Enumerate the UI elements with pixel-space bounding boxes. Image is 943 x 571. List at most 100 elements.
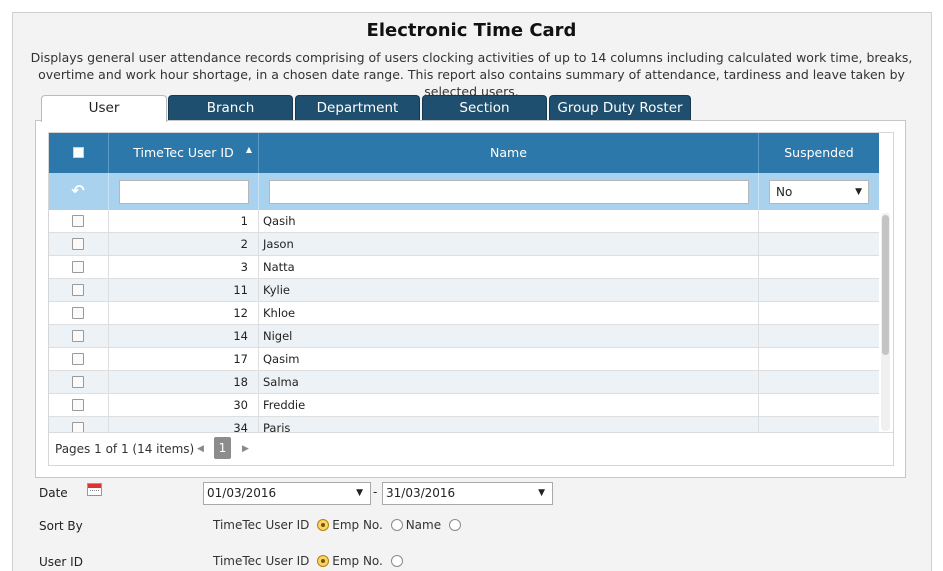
tab-section[interactable]: Section bbox=[422, 95, 547, 121]
row-checkbox[interactable] bbox=[72, 330, 84, 342]
date-from-select[interactable]: 01/03/2016 ▼ bbox=[203, 482, 371, 505]
date-to-select[interactable]: 31/03/2016 ▼ bbox=[382, 482, 553, 505]
table-row[interactable]: 30 Freddie bbox=[49, 394, 879, 417]
row-select-cell bbox=[49, 210, 109, 233]
tab-branch[interactable]: Branch bbox=[168, 95, 293, 121]
row-checkbox[interactable] bbox=[72, 261, 84, 273]
sort-by-empno-label[interactable]: Emp No. bbox=[332, 518, 383, 532]
filter-id-input[interactable] bbox=[119, 180, 249, 204]
page-description: Displays general user attendance records… bbox=[30, 50, 913, 99]
filter-name-cell bbox=[259, 173, 759, 210]
tab-group-duty-roster[interactable]: Group Duty Roster bbox=[549, 95, 691, 121]
row-suspended bbox=[759, 371, 879, 394]
sort-by-label: Sort By bbox=[39, 519, 83, 533]
row-select-cell bbox=[49, 325, 109, 348]
row-id: 17 bbox=[109, 348, 259, 371]
pager-summary: Pages 1 of 1 (14 items) bbox=[55, 442, 195, 456]
table-row[interactable]: 3 Natta bbox=[49, 256, 879, 279]
grid-scrollbar[interactable] bbox=[881, 213, 890, 431]
date-separator: - bbox=[373, 485, 378, 499]
undo-icon[interactable]: ↶ bbox=[69, 182, 87, 200]
user-id-second-radio[interactable] bbox=[390, 555, 403, 567]
row-name: Kylie bbox=[259, 279, 759, 302]
user-id-options: TimeTec User ID Emp No. bbox=[213, 554, 406, 568]
sort-by-options: TimeTec User ID Emp No. Name bbox=[213, 518, 464, 532]
header-suspended[interactable]: Suspended bbox=[759, 133, 879, 173]
user-grid: TimeTec User ID ▲ Name Suspended ↶ No ▼ … bbox=[48, 132, 894, 466]
user-id-empno-radio[interactable] bbox=[317, 555, 330, 567]
sort-asc-icon: ▲ bbox=[245, 145, 252, 154]
filter-suspended-select[interactable]: No ▼ bbox=[769, 180, 869, 204]
next-page-icon[interactable]: ▶ bbox=[242, 442, 249, 456]
row-checkbox[interactable] bbox=[72, 376, 84, 388]
table-row[interactable]: 1 Qasih bbox=[49, 210, 879, 233]
page-button-current[interactable]: 1 bbox=[214, 437, 231, 459]
row-id: 1 bbox=[109, 210, 259, 233]
row-name: Paris bbox=[259, 417, 759, 432]
filter-id-cell bbox=[109, 173, 259, 210]
row-id: 18 bbox=[109, 371, 259, 394]
row-suspended bbox=[759, 279, 879, 302]
row-id: 11 bbox=[109, 279, 259, 302]
row-id: 2 bbox=[109, 233, 259, 256]
table-row[interactable]: 34 Paris bbox=[49, 417, 879, 432]
row-checkbox[interactable] bbox=[72, 399, 84, 411]
table-row[interactable]: 17 Qasim bbox=[49, 348, 879, 371]
row-suspended bbox=[759, 256, 879, 279]
table-row[interactable]: 18 Salma bbox=[49, 371, 879, 394]
header-select-all[interactable] bbox=[49, 133, 109, 173]
row-checkbox[interactable] bbox=[72, 353, 84, 365]
sort-by-name-label[interactable]: Name bbox=[406, 518, 441, 532]
row-id: 12 bbox=[109, 302, 259, 325]
row-suspended bbox=[759, 233, 879, 256]
row-id: 30 bbox=[109, 394, 259, 417]
row-name: Natta bbox=[259, 256, 759, 279]
table-row[interactable]: 2 Jason bbox=[49, 233, 879, 256]
row-select-cell bbox=[49, 394, 109, 417]
sort-by-prefix: TimeTec User ID bbox=[213, 518, 310, 532]
page-title: Electronic Time Card bbox=[366, 20, 577, 41]
row-checkbox[interactable] bbox=[72, 307, 84, 319]
tab-user[interactable]: User bbox=[41, 95, 167, 122]
sort-by-empno-radio[interactable] bbox=[317, 519, 330, 531]
row-select-cell bbox=[49, 233, 109, 256]
calendar-icon[interactable] bbox=[87, 483, 102, 496]
row-id: 14 bbox=[109, 325, 259, 348]
date-to-value: 31/03/2016 bbox=[386, 486, 456, 500]
row-checkbox[interactable] bbox=[72, 238, 84, 250]
row-name: Khloe bbox=[259, 302, 759, 325]
row-select-cell bbox=[49, 348, 109, 371]
filter-name-input[interactable] bbox=[269, 180, 749, 204]
header-name[interactable]: Name bbox=[259, 133, 759, 173]
table-row[interactable]: 12 Khloe bbox=[49, 302, 879, 325]
user-id-prefix: TimeTec User ID bbox=[213, 554, 310, 568]
row-select-cell bbox=[49, 371, 109, 394]
row-suspended bbox=[759, 325, 879, 348]
sort-by-third-radio[interactable] bbox=[448, 519, 461, 531]
row-select-cell bbox=[49, 302, 109, 325]
row-checkbox[interactable] bbox=[72, 422, 84, 432]
row-suspended bbox=[759, 417, 879, 432]
sort-by-name-radio[interactable] bbox=[390, 519, 403, 531]
row-select-cell bbox=[49, 256, 109, 279]
filter-suspended-cell: No ▼ bbox=[759, 173, 879, 210]
row-suspended bbox=[759, 394, 879, 417]
grid-rows: 1 Qasih 2 Jason 3 Natta 11 Kylie 12 Khloe 14 Nigel 1… bbox=[49, 210, 879, 432]
row-suspended bbox=[759, 210, 879, 233]
user-id-empno-label[interactable]: Emp No. bbox=[332, 554, 383, 568]
row-name: Qasih bbox=[259, 210, 759, 233]
prev-page-icon[interactable]: ◀ bbox=[197, 442, 204, 456]
scrollbar-thumb[interactable] bbox=[882, 215, 889, 355]
table-row[interactable]: 11 Kylie bbox=[49, 279, 879, 302]
header-suspended-label: Suspended bbox=[784, 145, 854, 160]
row-name: Qasim bbox=[259, 348, 759, 371]
filter-suspended-value: No bbox=[776, 185, 793, 199]
header-id[interactable]: TimeTec User ID ▲ bbox=[109, 133, 259, 173]
tab-department[interactable]: Department bbox=[295, 95, 420, 121]
row-checkbox[interactable] bbox=[72, 215, 84, 227]
row-checkbox[interactable] bbox=[72, 284, 84, 296]
row-id: 3 bbox=[109, 256, 259, 279]
grid-header: TimeTec User ID ▲ Name Suspended bbox=[49, 133, 879, 173]
select-all-checkbox[interactable] bbox=[73, 147, 84, 158]
table-row[interactable]: 14 Nigel bbox=[49, 325, 879, 348]
